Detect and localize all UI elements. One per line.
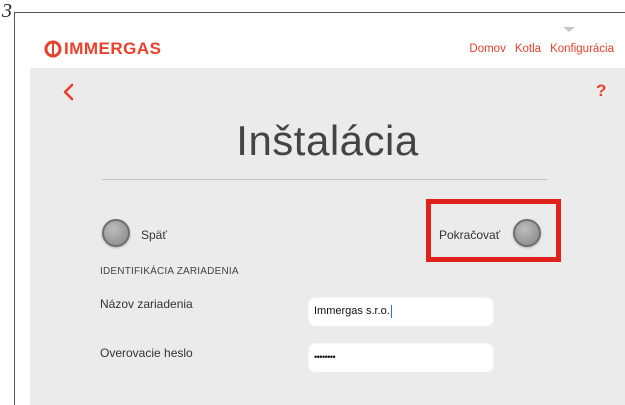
password-label: Overovacie heslo xyxy=(100,346,193,360)
header-notch-icon xyxy=(563,27,575,32)
logo-text: IMMERGAS xyxy=(64,39,162,58)
device-name-input[interactable]: Immergas s.r.o. xyxy=(308,296,494,326)
nav-configuration[interactable]: Konfigurácia xyxy=(550,43,614,55)
page-title: Inštalácia xyxy=(236,117,419,164)
password-value: •••••••• xyxy=(314,352,336,362)
back-chevron-icon[interactable] xyxy=(62,83,76,101)
page-number: 3 xyxy=(2,0,12,22)
header-bar: IMMERGAS Domov Kotla Konfigurácia xyxy=(30,27,625,68)
section-title: IDENTIFIKÁCIA ZARIADENIA xyxy=(100,266,239,277)
text-cursor xyxy=(390,304,392,318)
highlight-box xyxy=(426,199,561,262)
nav-home[interactable]: Domov xyxy=(469,43,505,55)
help-button[interactable]: ? xyxy=(596,81,606,101)
back-button[interactable] xyxy=(102,219,130,247)
nav-boiler[interactable]: Kotla xyxy=(515,43,541,55)
title-divider xyxy=(102,179,547,180)
device-name-label: Názov zariadenia xyxy=(100,297,193,311)
back-button-label: Späť xyxy=(141,228,167,242)
logo: IMMERGAS xyxy=(44,38,162,60)
frame-border-left xyxy=(14,12,15,405)
app-screen: IMMERGAS Domov Kotla Konfigurácia ? Inšt… xyxy=(30,27,625,405)
top-nav: Domov Kotla Konfigurácia xyxy=(469,43,614,55)
immergas-logo-icon xyxy=(44,40,62,58)
password-input[interactable]: •••••••• xyxy=(308,342,494,372)
device-name-value: Immergas s.r.o. xyxy=(314,305,390,317)
frame-border-top xyxy=(14,12,625,13)
